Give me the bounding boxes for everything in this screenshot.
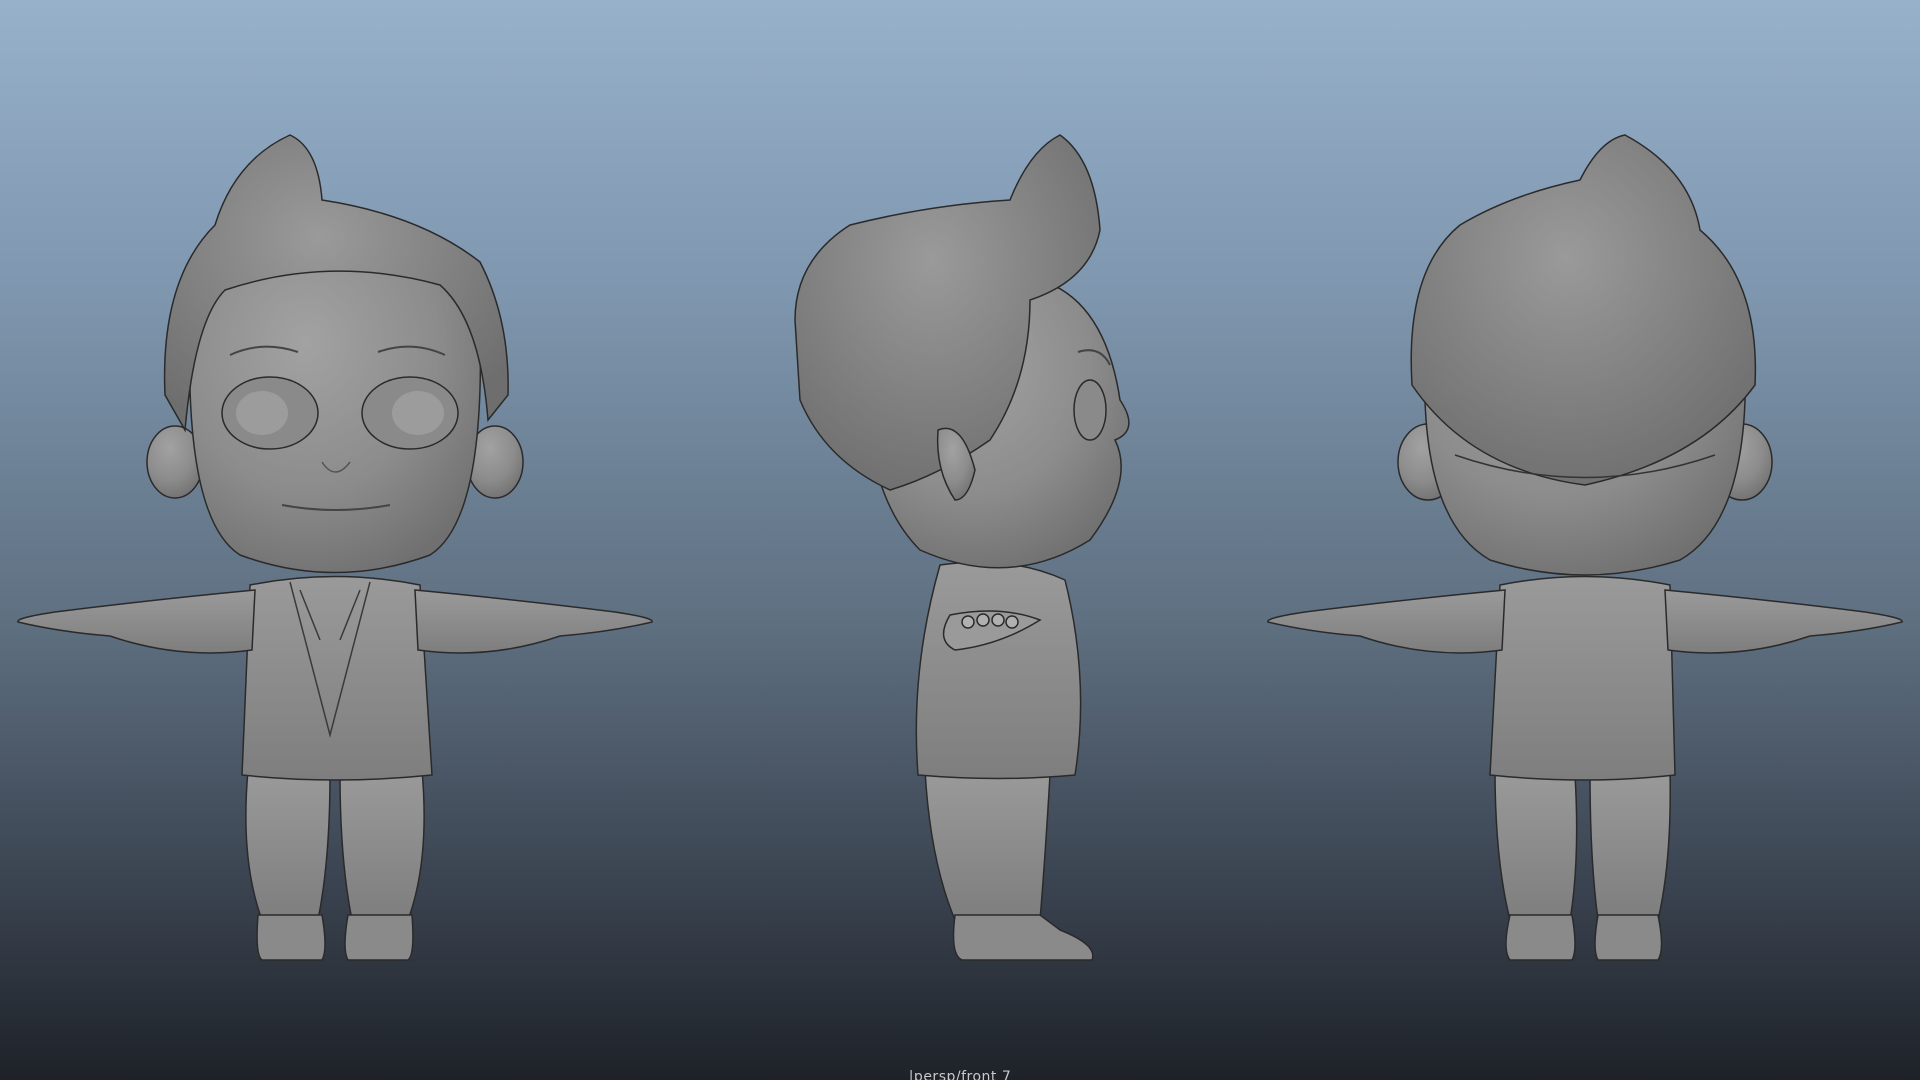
- front-right-pupil: [392, 391, 444, 435]
- back-right-shoe: [1594, 914, 1663, 961]
- back-view[interactable]: [1267, 134, 1903, 961]
- front-left-shoe: [256, 914, 326, 961]
- side-fingertip: [961, 615, 975, 629]
- side-fingertip: [1005, 615, 1019, 629]
- side-leg: [924, 769, 1051, 921]
- front-right-arm: [414, 589, 653, 654]
- back-left-shoe: [1505, 914, 1576, 961]
- front-torso: [241, 575, 433, 781]
- side-fingertip: [976, 613, 990, 627]
- back-right-leg: [1589, 769, 1671, 921]
- camera-label: |persp/front 7: [908, 1069, 1012, 1080]
- front-left-leg: [245, 769, 331, 921]
- character-model-views: [17, 134, 1903, 961]
- side-fingertip: [991, 613, 1005, 627]
- side-torso: [915, 561, 1082, 780]
- back-torso: [1489, 575, 1676, 781]
- front-right-leg: [339, 769, 425, 921]
- side-view[interactable]: [794, 134, 1130, 961]
- front-view[interactable]: [17, 134, 653, 961]
- maya-viewport[interactable]: |persp/front 7: [0, 0, 1920, 1080]
- back-left-leg: [1494, 769, 1578, 921]
- front-left-pupil: [236, 391, 288, 435]
- side-eye: [1073, 379, 1107, 441]
- front-left-arm: [17, 589, 256, 654]
- back-right-arm: [1664, 589, 1903, 654]
- back-hair: [1410, 134, 1757, 486]
- front-right-shoe: [344, 914, 414, 961]
- side-shoe: [952, 914, 1094, 961]
- back-left-arm: [1267, 589, 1506, 654]
